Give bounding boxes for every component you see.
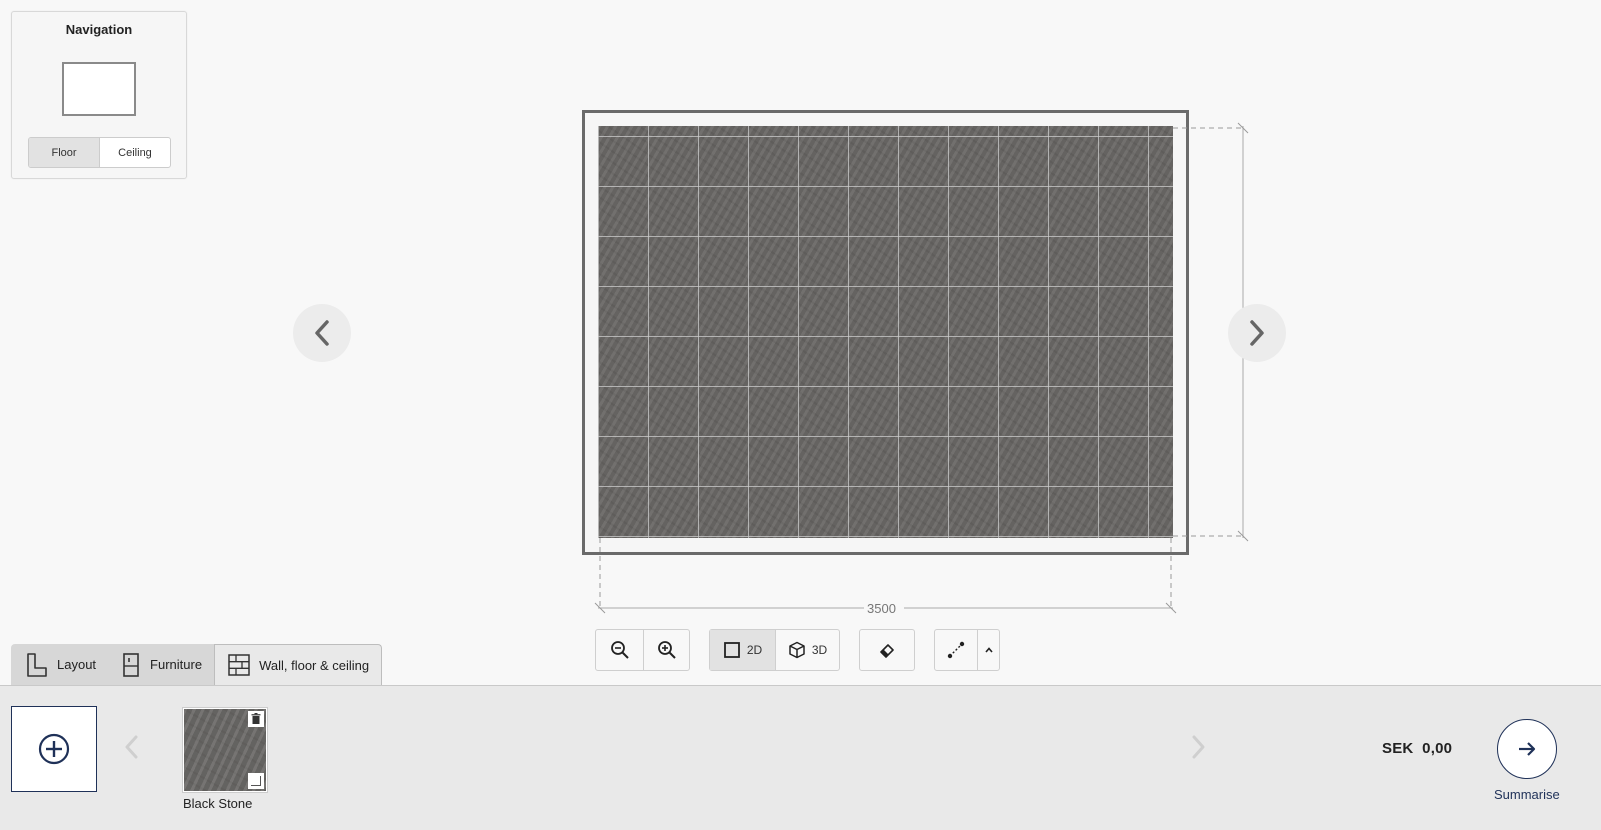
view-3d-label: 3D [811, 643, 828, 657]
cube-3d-icon [789, 641, 805, 659]
summarise-label[interactable]: Summarise [1494, 787, 1560, 802]
chevron-up-icon [984, 647, 993, 653]
square-2d-icon [723, 642, 740, 658]
measure-button[interactable] [935, 630, 977, 670]
eraser-tool [859, 629, 915, 671]
material-card-black-stone[interactable] [182, 707, 268, 793]
chevron-left-icon [315, 320, 329, 346]
plus-circle-icon [38, 733, 70, 765]
summarise-button[interactable] [1497, 719, 1557, 779]
trash-icon[interactable] [248, 711, 264, 727]
tab-layout-label: Layout [57, 657, 97, 672]
measure-tool [934, 629, 1000, 671]
bottom-panel: Black Stone SEK 0,00 Summarise [0, 685, 1601, 830]
add-material-button[interactable] [11, 706, 97, 792]
scroll-left-button[interactable] [122, 732, 142, 767]
material-name: Black Stone [183, 796, 253, 811]
chevron-right-icon [1250, 320, 1264, 346]
tab-wall-floor-ceiling-label: Wall, floor & ceiling [259, 657, 370, 673]
width-dimension-label: 3500 [866, 601, 897, 616]
resize-corner-icon [248, 773, 264, 789]
tab-furniture-label: Furniture [150, 657, 203, 672]
chevron-right-icon [1192, 735, 1205, 759]
zoom-in-button[interactable] [643, 630, 689, 670]
zoom-controls [595, 629, 690, 671]
view-2d-label: 2D [746, 643, 763, 657]
chevron-left-icon [125, 735, 138, 759]
furniture-icon [123, 652, 139, 677]
main-tabs: Layout Furniture Wall, floor & ceiling [11, 644, 383, 685]
rotate-right-button[interactable] [1228, 304, 1286, 362]
scroll-right-button[interactable] [1188, 732, 1208, 767]
tab-wall-floor-ceiling[interactable]: Wall, floor & ceiling [214, 644, 383, 685]
measure-line-icon [947, 641, 965, 659]
rotate-left-button[interactable] [293, 304, 351, 362]
zoom-out-button[interactable] [596, 630, 643, 670]
arrow-right-icon [1519, 742, 1536, 756]
zoom-in-icon [657, 641, 676, 659]
view-2d-button[interactable]: 2D [710, 630, 775, 670]
eraser-button[interactable] [860, 630, 914, 670]
tab-layout[interactable]: Layout [11, 644, 109, 685]
view-mode-toggle: 2D 3D [709, 629, 840, 671]
zoom-out-icon [610, 641, 629, 659]
total-price: SEK 0,00 [1382, 740, 1453, 757]
layout-icon [27, 652, 47, 677]
view-3d-button[interactable]: 3D [775, 630, 839, 670]
tab-furniture[interactable]: Furniture [108, 644, 215, 685]
eraser-icon [880, 644, 894, 658]
measure-options-button[interactable] [977, 630, 999, 670]
tiles-icon [228, 654, 250, 676]
